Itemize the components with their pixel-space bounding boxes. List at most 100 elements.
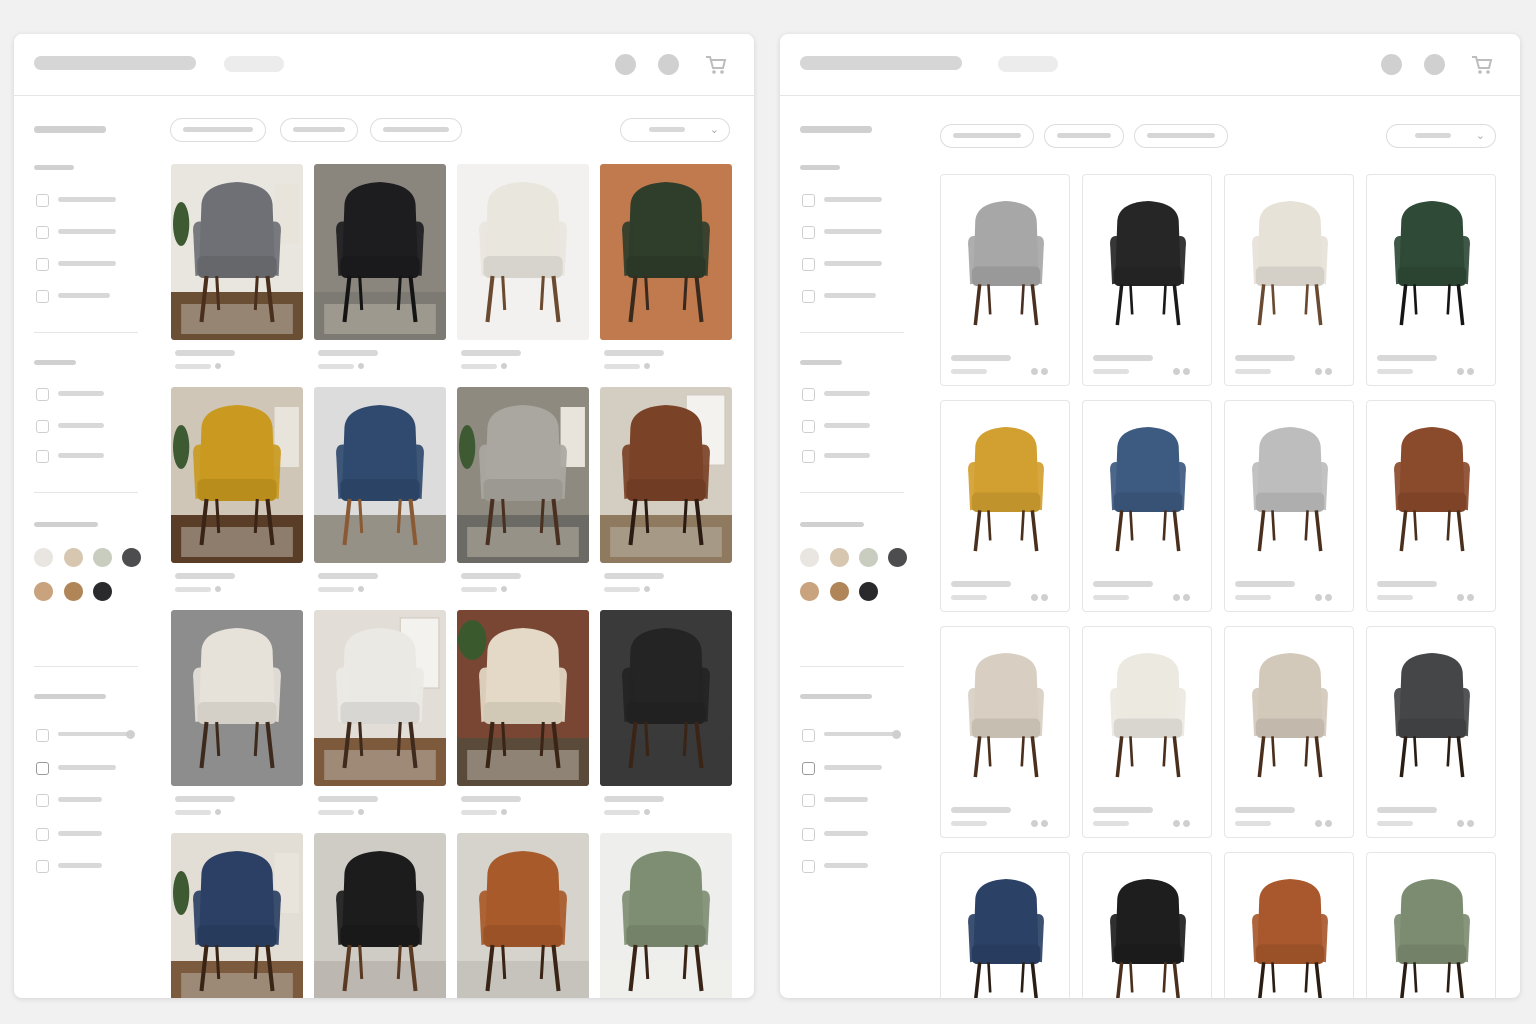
- color-option-dot[interactable]: [1173, 820, 1180, 827]
- product-image[interactable]: [1091, 411, 1205, 567]
- product-card[interactable]: [940, 626, 1070, 838]
- product-card[interactable]: [600, 833, 732, 998]
- color-swatch[interactable]: [830, 582, 849, 601]
- product-image[interactable]: [1233, 863, 1347, 998]
- product-image[interactable]: [1233, 637, 1347, 793]
- filter-checkbox[interactable]: [802, 860, 815, 873]
- product-image[interactable]: [171, 833, 303, 998]
- color-option-dot[interactable]: [215, 809, 221, 815]
- color-swatch[interactable]: [859, 548, 878, 567]
- slider-handle[interactable]: [892, 730, 901, 739]
- sort-dropdown[interactable]: ⌄: [620, 118, 730, 142]
- heart-icon[interactable]: [615, 54, 636, 75]
- filter-checkbox[interactable]: [36, 860, 49, 873]
- filter-checkbox[interactable]: [36, 450, 49, 463]
- product-card[interactable]: [600, 610, 732, 820]
- color-option-dot[interactable]: [501, 586, 507, 592]
- color-option-dot[interactable]: [1041, 820, 1048, 827]
- color-option-dot[interactable]: [1457, 368, 1464, 375]
- color-option-dot[interactable]: [1031, 368, 1038, 375]
- product-card[interactable]: [1366, 174, 1496, 386]
- filter-checkbox[interactable]: [802, 258, 815, 271]
- product-image[interactable]: [314, 833, 446, 998]
- color-option-dot[interactable]: [1467, 368, 1474, 375]
- color-option-dot[interactable]: [358, 363, 364, 369]
- product-image[interactable]: [1375, 185, 1489, 341]
- color-swatch[interactable]: [34, 548, 53, 567]
- color-option-dot[interactable]: [1467, 594, 1474, 601]
- product-card[interactable]: [457, 387, 589, 597]
- filter-checkbox[interactable]: [802, 828, 815, 841]
- filter-chip[interactable]: [1134, 124, 1228, 148]
- product-card[interactable]: [171, 610, 303, 820]
- color-option-dot[interactable]: [1183, 368, 1190, 375]
- product-card[interactable]: [314, 387, 446, 597]
- filter-checkbox[interactable]: [36, 194, 49, 207]
- filter-chip[interactable]: [280, 118, 358, 142]
- filter-chip[interactable]: [370, 118, 462, 142]
- heart-icon[interactable]: [1381, 54, 1402, 75]
- color-option-dot[interactable]: [1173, 594, 1180, 601]
- product-card[interactable]: [1224, 174, 1354, 386]
- product-card[interactable]: [457, 610, 589, 820]
- product-image[interactable]: [457, 164, 589, 340]
- color-swatch[interactable]: [800, 582, 819, 601]
- filter-checkbox[interactable]: [802, 729, 815, 742]
- product-card[interactable]: [314, 164, 446, 374]
- product-image[interactable]: [1375, 411, 1489, 567]
- product-card[interactable]: [600, 164, 732, 374]
- color-option-dot[interactable]: [1183, 594, 1190, 601]
- filter-checkbox[interactable]: [802, 290, 815, 303]
- product-image[interactable]: [1233, 411, 1347, 567]
- filter-chip[interactable]: [170, 118, 266, 142]
- color-option-dot[interactable]: [644, 586, 650, 592]
- color-option-dot[interactable]: [1315, 594, 1322, 601]
- product-image[interactable]: [457, 610, 589, 786]
- product-image[interactable]: [171, 164, 303, 340]
- color-swatch[interactable]: [122, 548, 141, 567]
- filter-checkbox[interactable]: [802, 450, 815, 463]
- product-card[interactable]: [940, 174, 1070, 386]
- filter-checkbox[interactable]: [36, 420, 49, 433]
- color-option-dot[interactable]: [1325, 820, 1332, 827]
- product-card[interactable]: [457, 164, 589, 374]
- slider-handle[interactable]: [126, 730, 135, 739]
- color-swatch[interactable]: [859, 582, 878, 601]
- price-range-slider[interactable]: [58, 732, 130, 736]
- product-image[interactable]: [1091, 185, 1205, 341]
- color-option-dot[interactable]: [358, 586, 364, 592]
- color-option-dot[interactable]: [644, 809, 650, 815]
- cart-icon[interactable]: [705, 55, 727, 75]
- color-swatch[interactable]: [800, 548, 819, 567]
- filter-checkbox[interactable]: [36, 388, 49, 401]
- sort-dropdown[interactable]: ⌄: [1386, 124, 1496, 148]
- product-card[interactable]: [1224, 400, 1354, 612]
- filter-checkbox[interactable]: [36, 794, 49, 807]
- cart-icon[interactable]: [1471, 55, 1493, 75]
- color-option-dot[interactable]: [215, 586, 221, 592]
- product-image[interactable]: [949, 863, 1063, 998]
- filter-checkbox[interactable]: [802, 194, 815, 207]
- color-option-dot[interactable]: [1183, 820, 1190, 827]
- filter-checkbox[interactable]: [802, 794, 815, 807]
- color-option-dot[interactable]: [1041, 594, 1048, 601]
- product-card[interactable]: [1224, 626, 1354, 838]
- product-card[interactable]: [1366, 852, 1496, 998]
- product-card[interactable]: [1082, 400, 1212, 612]
- product-image[interactable]: [1233, 185, 1347, 341]
- filter-checkbox[interactable]: [36, 828, 49, 841]
- color-swatch[interactable]: [64, 548, 83, 567]
- user-icon[interactable]: [1424, 54, 1445, 75]
- color-option-dot[interactable]: [1315, 368, 1322, 375]
- product-card[interactable]: [457, 833, 589, 998]
- filter-checkbox[interactable]: [802, 226, 815, 239]
- product-card[interactable]: [1366, 400, 1496, 612]
- product-image[interactable]: [1375, 637, 1489, 793]
- product-image[interactable]: [600, 387, 732, 563]
- filter-checkbox[interactable]: [36, 290, 49, 303]
- color-option-dot[interactable]: [501, 363, 507, 369]
- product-card[interactable]: [171, 164, 303, 374]
- product-image[interactable]: [949, 411, 1063, 567]
- color-option-dot[interactable]: [1173, 368, 1180, 375]
- product-image[interactable]: [949, 637, 1063, 793]
